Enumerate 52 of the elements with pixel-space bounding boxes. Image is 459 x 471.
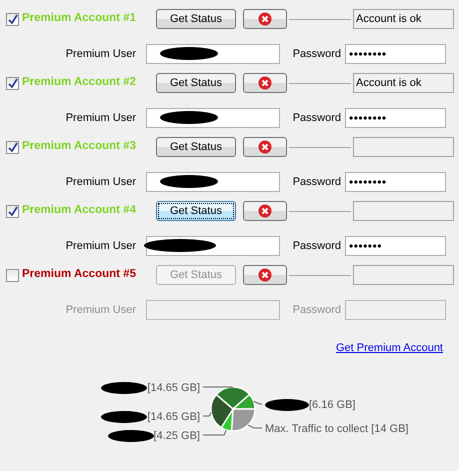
leader-line (202, 386, 234, 387)
status-field: Account is ok (353, 73, 454, 93)
account-title: Premium Account #2 (22, 75, 137, 90)
checkbox[interactable] (6, 12, 19, 26)
password-field[interactable]: •••••••• (345, 108, 446, 128)
pie-label: [14.65 GB] (147, 410, 200, 424)
remove-button[interactable] (243, 73, 287, 93)
get-status-button[interactable]: Get Status (156, 73, 236, 93)
account-title: Premium Account #4 (22, 203, 137, 218)
account-title: Premium Account #3 (22, 139, 137, 154)
account-title: Premium Account #1 (22, 11, 137, 26)
get-premium-account-link[interactable]: Get Premium Account (336, 340, 443, 356)
field-label: Password (292, 302, 342, 318)
password-field[interactable]: •••••••• (345, 44, 446, 64)
field-label: Premium User (64, 110, 137, 126)
leader-line (248, 424, 262, 428)
checkbox[interactable] (6, 140, 19, 154)
leader-line (253, 400, 262, 404)
close-icon (258, 140, 272, 154)
pie-label: [4.25 GB] (154, 428, 200, 444)
field-label: Password (292, 174, 342, 190)
checkbox[interactable] (6, 204, 19, 218)
checkbox[interactable] (6, 268, 19, 282)
field-label: Password (292, 46, 342, 62)
remove-button[interactable] (243, 201, 287, 221)
remove-button[interactable] (243, 9, 287, 29)
status-field: Account is ok (353, 9, 454, 29)
close-icon (258, 268, 272, 282)
pie-label: Max. Traffic to collect [14 GB] (265, 422, 408, 436)
get-status-button[interactable]: Get Status (156, 137, 236, 157)
pie-label: [6.16 GB] (309, 398, 356, 412)
close-icon (258, 12, 272, 26)
remove-button[interactable] (243, 265, 287, 285)
leader-line (202, 428, 227, 435)
pie-label: [14.65 GB] (147, 380, 200, 396)
close-icon (258, 76, 272, 90)
get-status-button[interactable]: Get Status (156, 201, 236, 221)
get-status-button[interactable]: Get Status (156, 9, 236, 29)
field-label: Premium User (64, 174, 137, 190)
close-icon (258, 204, 272, 218)
field-label: Password (292, 110, 342, 126)
account-title: Premium Account #5 (22, 267, 137, 282)
checkbox[interactable] (6, 76, 19, 90)
field-label: Premium User (64, 302, 137, 318)
remove-button[interactable] (243, 137, 287, 157)
field-label: Password (292, 238, 342, 254)
field-label: Premium User (64, 238, 137, 254)
user-field[interactable] (146, 300, 280, 320)
password-field[interactable]: ••••••• (345, 236, 446, 256)
field-label: Premium User (64, 46, 137, 62)
leader-line (202, 411, 212, 416)
password-field[interactable]: •••••••• (345, 172, 446, 192)
